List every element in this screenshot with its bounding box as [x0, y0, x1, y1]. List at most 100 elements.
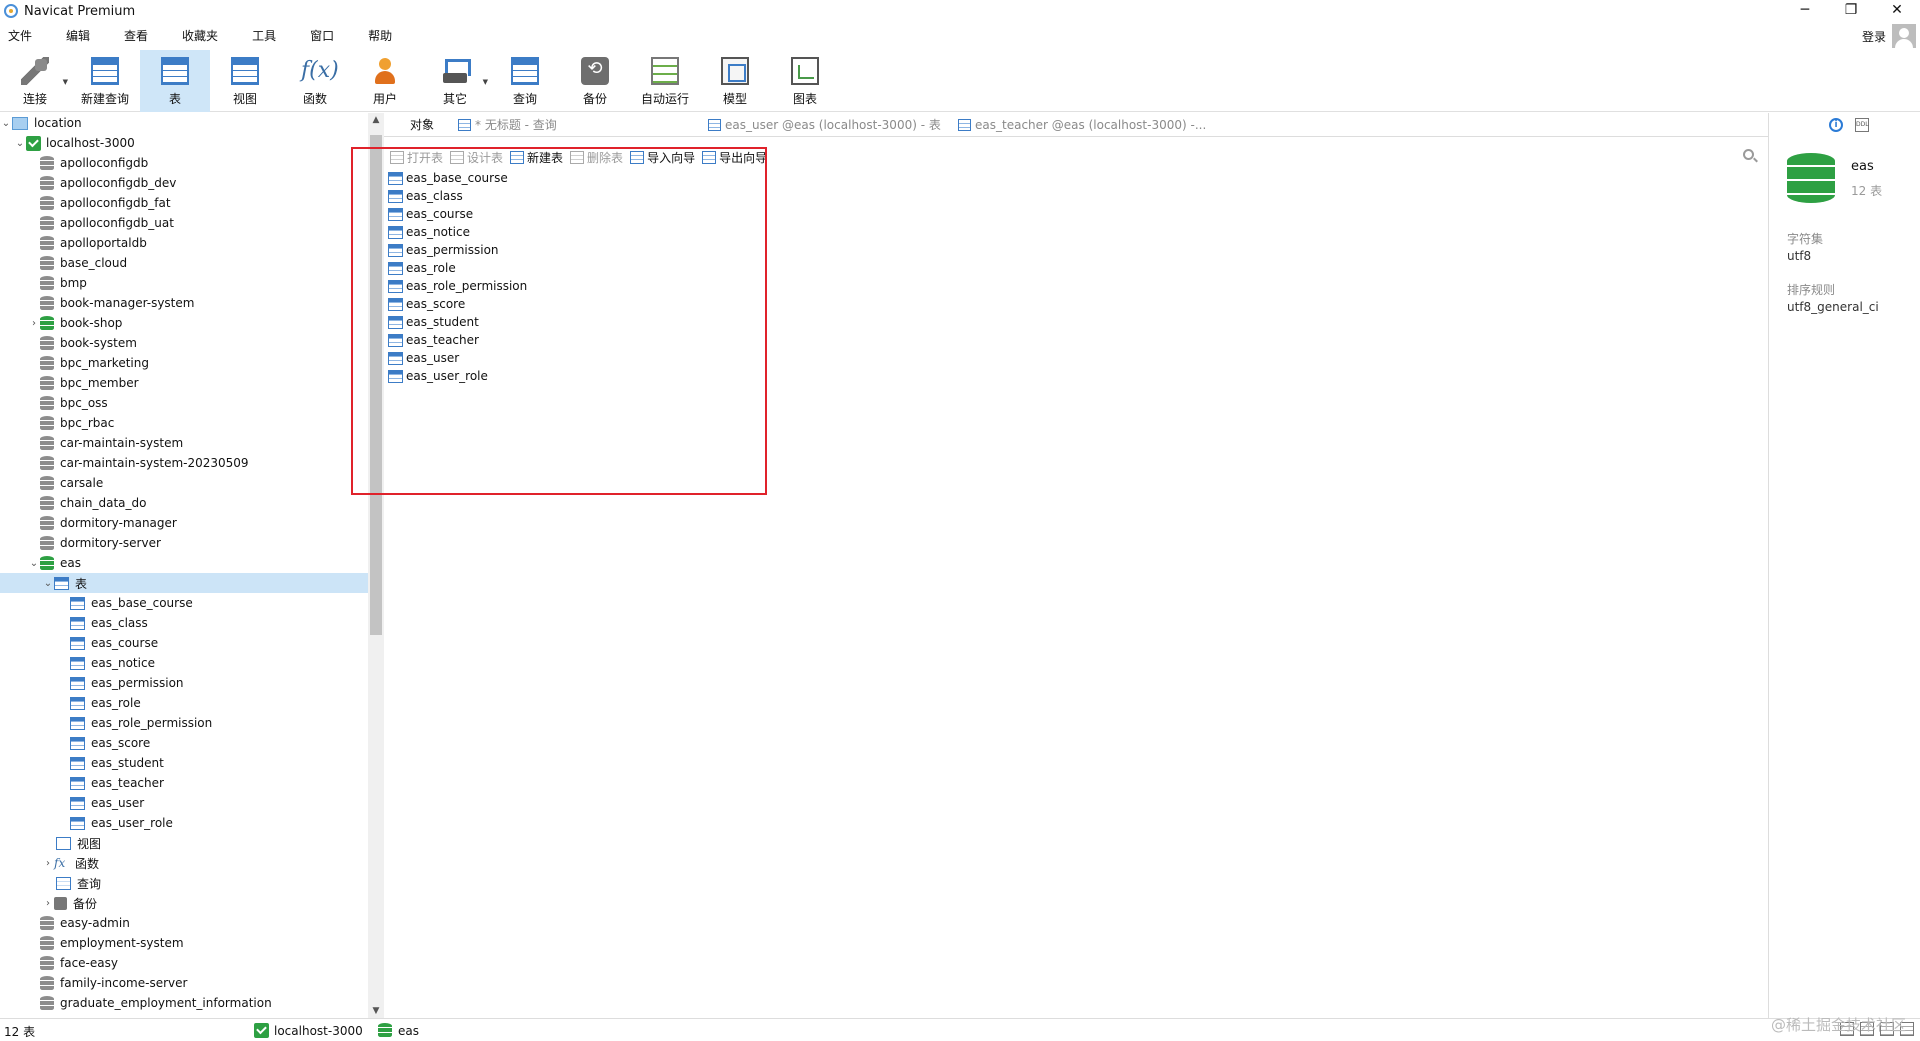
tree-table-item[interactable]: eas_notice — [0, 653, 368, 673]
tree-db-item[interactable]: car-maintain-system — [0, 433, 368, 453]
tree-db-item[interactable]: bpc_marketing — [0, 353, 368, 373]
tree-db-item[interactable]: bpc_oss — [0, 393, 368, 413]
function-button[interactable]: f(x) 函数 — [280, 50, 350, 112]
tree-db-item[interactable]: apolloconfigdb_uat — [0, 213, 368, 233]
ddl-icon[interactable]: DDL — [1855, 118, 1869, 132]
tab-eas-teacher[interactable]: eas_teacher @eas (localhost-3000) -... — [952, 113, 1212, 137]
open-table-button[interactable]: 打开表 — [390, 149, 443, 166]
tree-table-item[interactable]: eas_course — [0, 633, 368, 653]
tree-db-item[interactable]: family-income-server — [0, 973, 368, 993]
view-button[interactable]: 视图 — [210, 50, 280, 112]
tree-db-item[interactable]: dormitory-manager — [0, 513, 368, 533]
connection-button[interactable]: ▼ 连接 — [0, 50, 70, 112]
chevron-down-icon[interactable]: ⌄ — [42, 578, 54, 589]
scroll-up-icon[interactable]: ▲ — [368, 115, 384, 125]
other-button[interactable]: ▼ 其它 — [420, 50, 490, 112]
object-list-item[interactable]: eas_role — [388, 259, 748, 277]
tree-table-item[interactable]: eas_role_permission — [0, 713, 368, 733]
tree-table-item[interactable]: eas_permission — [0, 673, 368, 693]
tree-views-node[interactable]: 视图 — [0, 833, 368, 853]
object-list-item[interactable]: eas_user_role — [388, 367, 748, 385]
tree-db-item[interactable]: bpc_rbac — [0, 413, 368, 433]
scrollbar-thumb[interactable] — [370, 135, 382, 635]
tree-db-item[interactable]: employment-system — [0, 933, 368, 953]
chart-button[interactable]: 图表 — [770, 50, 840, 112]
chevron-right-icon[interactable]: › — [42, 898, 54, 909]
tree-table-item[interactable]: eas_score — [0, 733, 368, 753]
avatar-icon[interactable] — [1892, 24, 1916, 48]
tree-db-item[interactable]: book-system — [0, 333, 368, 353]
chevron-down-icon[interactable]: ⌄ — [28, 558, 40, 569]
user-button[interactable]: 用户 — [350, 50, 420, 112]
tree-db-item[interactable]: easy-admin — [0, 913, 368, 933]
table-button[interactable]: 表 — [140, 50, 210, 112]
object-list-item[interactable]: eas_notice — [388, 223, 748, 241]
model-button[interactable]: 模型 — [700, 50, 770, 112]
tree-functions-node[interactable]: › fx 函数 — [0, 853, 368, 873]
tree-table-item[interactable]: eas_teacher — [0, 773, 368, 793]
auto-run-button[interactable]: 自动运行 — [630, 50, 700, 112]
tree-table-item[interactable]: eas_base_course — [0, 593, 368, 613]
scroll-down-icon[interactable]: ▼ — [368, 1006, 384, 1016]
tree-db-item[interactable]: apolloconfigdb_dev — [0, 173, 368, 193]
tree-db-item[interactable]: apolloconfigdb_fat — [0, 193, 368, 213]
info-icon[interactable]: i — [1829, 118, 1843, 132]
object-list-item[interactable]: eas_score — [388, 295, 748, 313]
tree-db-item[interactable]: carsale — [0, 473, 368, 493]
object-list-item[interactable]: eas_class — [388, 187, 748, 205]
tree-table-item[interactable]: eas_role — [0, 693, 368, 713]
tree-db-item[interactable]: › book-shop — [0, 313, 368, 333]
menu-help[interactable]: 帮助 — [360, 27, 404, 44]
delete-table-button[interactable]: 删除表 — [570, 149, 623, 166]
tree-root-location[interactable]: ⌄ location — [0, 113, 368, 133]
tree-table-item[interactable]: eas_student — [0, 753, 368, 773]
tree-db-item[interactable]: face-easy — [0, 953, 368, 973]
tree-table-item[interactable]: eas_class — [0, 613, 368, 633]
new-query-button[interactable]: 新建查询 — [70, 50, 140, 112]
object-list-item[interactable]: eas_student — [388, 313, 748, 331]
tree-db-eas[interactable]: ⌄ eas — [0, 553, 368, 573]
tree-backup-node[interactable]: › 备份 — [0, 893, 368, 913]
menu-tools[interactable]: 工具 — [244, 27, 288, 44]
search-icon[interactable] — [1743, 149, 1754, 160]
tree-db-item[interactable]: bmp — [0, 273, 368, 293]
tab-objects[interactable]: 对象 — [384, 113, 452, 137]
minimize-button[interactable]: ─ — [1782, 0, 1828, 22]
chevron-right-icon[interactable]: › — [28, 318, 40, 329]
import-wizard-button[interactable]: 导入向导 — [630, 149, 695, 166]
tab-eas-user[interactable]: eas_user @eas (localhost-3000) - 表 — [702, 113, 952, 137]
tree-db-item[interactable]: apolloportaldb — [0, 233, 368, 253]
export-wizard-button[interactable]: 导出向导 — [702, 149, 767, 166]
tree-tables-node[interactable]: ⌄ 表 — [0, 573, 368, 593]
menu-window[interactable]: 窗口 — [302, 27, 346, 44]
chevron-down-icon[interactable]: ⌄ — [14, 138, 26, 149]
tree-db-item[interactable]: book-manager-system — [0, 293, 368, 313]
tree-table-item[interactable]: eas_user — [0, 793, 368, 813]
query-button[interactable]: 查询 — [490, 50, 560, 112]
menu-edit[interactable]: 编辑 — [58, 27, 102, 44]
login-button[interactable]: 登录 — [1862, 28, 1886, 45]
design-table-button[interactable]: 设计表 — [450, 149, 503, 166]
menu-favorites[interactable]: 收藏夹 — [174, 27, 230, 44]
close-button[interactable]: ✕ — [1874, 0, 1920, 22]
object-list-item[interactable]: eas_user — [388, 349, 748, 367]
object-list-item[interactable]: eas_permission — [388, 241, 748, 259]
tree-connection[interactable]: ⌄ localhost-3000 — [0, 133, 368, 153]
tree-db-item[interactable]: bpc_member — [0, 373, 368, 393]
tree-db-item[interactable]: dormitory-server — [0, 533, 368, 553]
restore-button[interactable]: ❐ — [1828, 0, 1874, 22]
tree-table-item[interactable]: eas_user_role — [0, 813, 368, 833]
chevron-down-icon[interactable]: ⌄ — [0, 118, 12, 129]
tree-db-item[interactable]: apolloconfigdb — [0, 153, 368, 173]
new-table-button[interactable]: 新建表 — [510, 149, 563, 166]
tree-db-item[interactable]: car-maintain-system-20230509 — [0, 453, 368, 473]
menu-file[interactable]: 文件 — [0, 27, 44, 44]
tree-db-item[interactable]: base_cloud — [0, 253, 368, 273]
object-list-item[interactable]: eas_base_course — [388, 169, 748, 187]
object-list-item[interactable]: eas_course — [388, 205, 748, 223]
backup-button[interactable]: 备份 — [560, 50, 630, 112]
tree-db-item[interactable]: graduate_employment_information — [0, 993, 368, 1013]
chevron-right-icon[interactable]: › — [42, 858, 54, 869]
sidebar-scrollbar[interactable]: ▲ ▼ — [368, 113, 384, 1018]
object-list-item[interactable]: eas_role_permission — [388, 277, 748, 295]
